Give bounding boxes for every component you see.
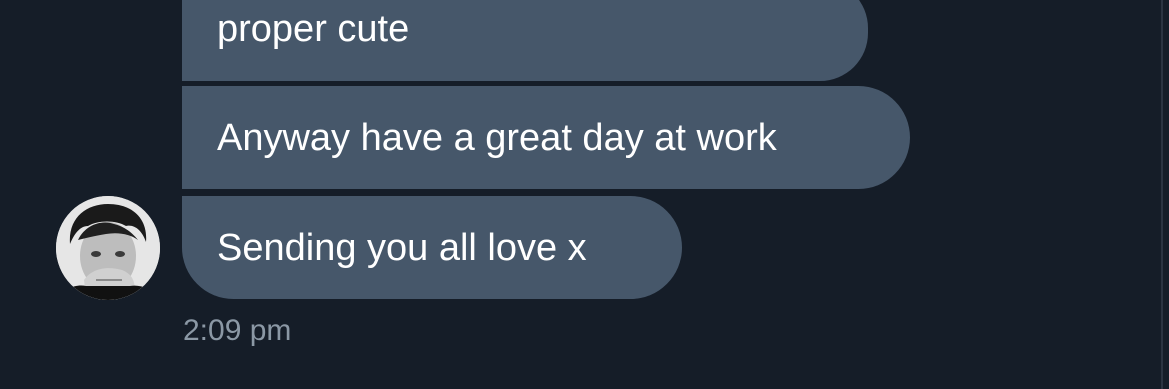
message-bubble[interactable]: proper cute: [182, 0, 868, 81]
message-timestamp: 2:09 pm: [183, 314, 292, 347]
message-text: proper cute: [217, 8, 410, 50]
user-avatar-icon: [56, 196, 160, 300]
scroll-divider: [1161, 0, 1163, 389]
message-bubble[interactable]: Sending you all love x: [182, 196, 682, 299]
message-bubble[interactable]: Anyway have a great day at work: [182, 86, 910, 189]
message-text: Anyway have a great day at work: [217, 116, 777, 159]
avatar[interactable]: [56, 196, 160, 300]
message-text: Sending you all love x: [217, 226, 587, 269]
